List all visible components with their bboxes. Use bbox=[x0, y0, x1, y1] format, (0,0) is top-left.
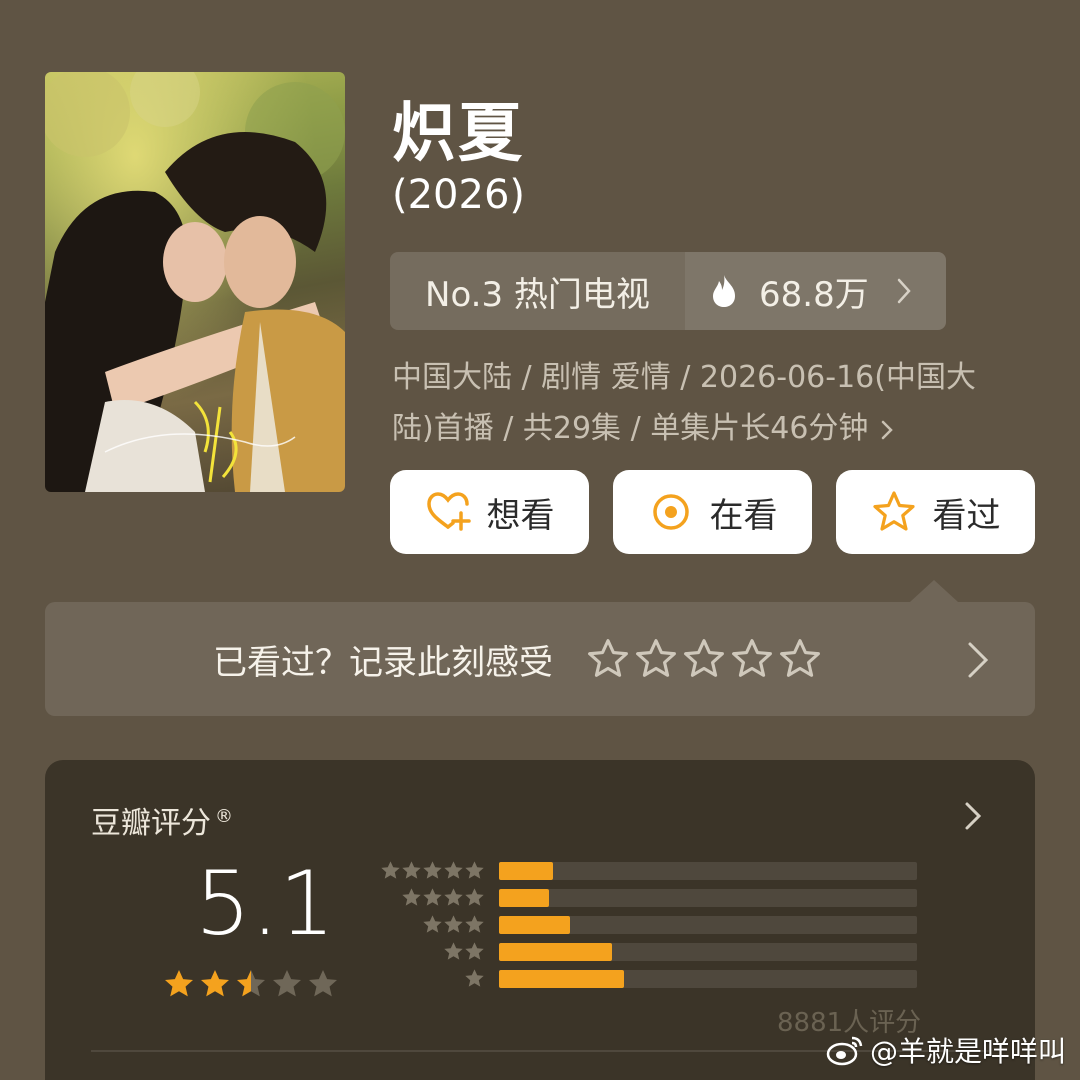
star-outline-icon[interactable] bbox=[587, 638, 629, 680]
distribution-fill bbox=[499, 970, 625, 988]
star-small-icon bbox=[465, 969, 484, 987]
watched-label: 看过 bbox=[932, 495, 1001, 536]
distribution-fill bbox=[499, 943, 612, 961]
star-outline-icon bbox=[872, 491, 915, 531]
star-outline-icon[interactable] bbox=[683, 638, 725, 680]
rating-distribution bbox=[375, 858, 975, 993]
target-circle-icon bbox=[652, 494, 689, 530]
record-feeling-text: 已看过？记录此刻感受 bbox=[213, 642, 553, 683]
star-half-icon bbox=[237, 970, 265, 997]
distribution-fill bbox=[499, 862, 554, 880]
distribution-row bbox=[375, 885, 975, 912]
poster-artwork bbox=[45, 72, 345, 492]
distribution-fill bbox=[499, 916, 571, 934]
star-small-icon bbox=[402, 861, 421, 879]
star-small-icon bbox=[423, 888, 442, 906]
score-stars bbox=[163, 968, 339, 1000]
heart-plus-icon bbox=[426, 492, 471, 531]
star-small-icon bbox=[465, 888, 484, 906]
star-small-icon bbox=[402, 888, 421, 906]
distribution-track bbox=[499, 943, 917, 961]
distribution-stars bbox=[401, 887, 485, 908]
watching-label: 在看 bbox=[709, 495, 778, 536]
star-small-icon bbox=[444, 915, 463, 933]
watched-button[interactable]: 看过 bbox=[836, 470, 1035, 554]
heat-section[interactable]: 68.8万 bbox=[685, 252, 946, 330]
star-outline-icon[interactable] bbox=[779, 638, 821, 680]
chevron-right-icon bbox=[897, 278, 911, 304]
star-small-icon bbox=[381, 861, 400, 879]
watching-button[interactable]: 在看 bbox=[613, 470, 812, 554]
watermark-text: @羊就是咩咩叫 bbox=[869, 1035, 1066, 1068]
chevron-right-icon bbox=[965, 802, 982, 830]
watermark: @羊就是咩咩叫 bbox=[826, 1030, 1066, 1070]
star-small-icon bbox=[465, 915, 484, 933]
chevron-right-icon bbox=[882, 420, 894, 439]
distribution-track bbox=[499, 889, 917, 907]
distribution-fill bbox=[499, 889, 550, 907]
distribution-track bbox=[499, 970, 917, 988]
distribution-track bbox=[499, 916, 917, 934]
page-title: 炽夏 bbox=[392, 97, 524, 171]
rating-stars-input[interactable] bbox=[587, 638, 821, 680]
star-empty-icon bbox=[309, 970, 337, 997]
meta-line-2: 陆)首播 / 共29集 / 单集片长46分钟 bbox=[392, 411, 869, 446]
star-empty-icon bbox=[273, 970, 301, 997]
fire-icon bbox=[713, 275, 735, 307]
distribution-row bbox=[375, 858, 975, 885]
weibo-icon bbox=[826, 1036, 863, 1066]
distribution-stars bbox=[380, 860, 485, 881]
rating-header-label: 豆瓣评分 bbox=[91, 806, 211, 841]
distribution-row bbox=[375, 966, 975, 993]
star-filled-icon bbox=[165, 970, 193, 997]
rank-pill[interactable]: No.3 热门电视 68.8万 bbox=[390, 252, 946, 330]
rating-header: 豆瓣评分 ® bbox=[91, 798, 233, 842]
distribution-stars bbox=[422, 914, 485, 935]
chevron-right-icon bbox=[968, 642, 989, 678]
rating-score: 5.1 bbox=[195, 852, 335, 955]
distribution-track bbox=[499, 862, 917, 880]
meta-line-1: 中国大陆 / 剧情 爱情 / 2026-06-16(中国大 bbox=[392, 360, 976, 395]
release-year: (2026) bbox=[392, 172, 526, 218]
meta-info[interactable]: 中国大陆 / 剧情 爱情 / 2026-06-16(中国大 陆)首播 / 共29… bbox=[392, 352, 1042, 454]
meta-line-2-wrap: 陆)首播 / 共29集 / 单集片长46分钟 bbox=[392, 403, 1042, 454]
rank-label: No.3 热门电视 bbox=[425, 274, 650, 315]
star-small-icon bbox=[423, 861, 442, 879]
want-to-watch-button[interactable]: 想看 bbox=[390, 470, 589, 554]
distribution-row bbox=[375, 912, 975, 939]
star-outline-icon[interactable] bbox=[731, 638, 773, 680]
star-small-icon bbox=[423, 915, 442, 933]
star-small-icon bbox=[444, 861, 463, 879]
distribution-stars bbox=[464, 968, 485, 989]
heat-count: 68.8万 bbox=[759, 274, 869, 315]
poster-image[interactable] bbox=[45, 72, 345, 492]
star-outline-icon[interactable] bbox=[635, 638, 677, 680]
record-pointer bbox=[910, 580, 958, 602]
want-to-watch-label: 想看 bbox=[486, 495, 555, 536]
star-small-icon bbox=[444, 888, 463, 906]
star-small-icon bbox=[465, 861, 484, 879]
record-feeling-bar[interactable]: 已看过？记录此刻感受 bbox=[45, 602, 1035, 716]
distribution-row bbox=[375, 939, 975, 966]
star-small-icon bbox=[465, 942, 484, 960]
star-filled-icon bbox=[201, 970, 229, 997]
registered-mark: ® bbox=[215, 806, 233, 827]
star-small-icon bbox=[444, 942, 463, 960]
distribution-stars bbox=[443, 941, 485, 962]
